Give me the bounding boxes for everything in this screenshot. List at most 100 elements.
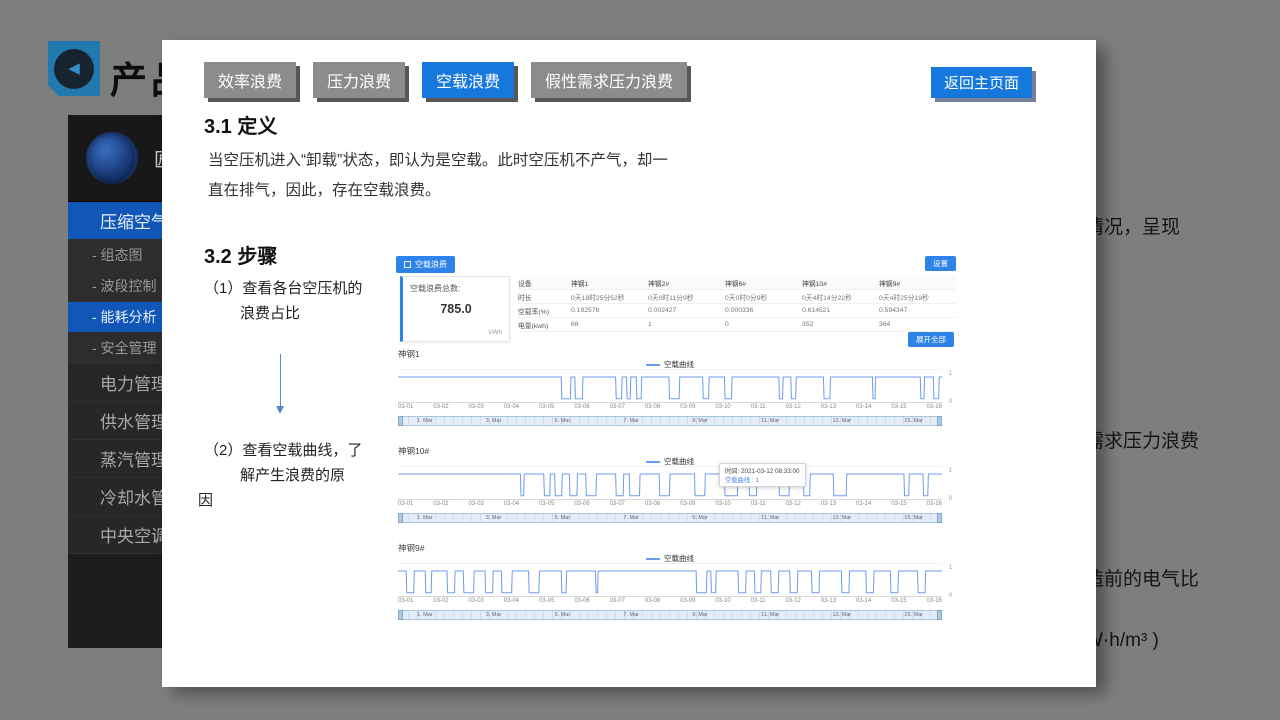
table-cell: 0天18时25分52秒	[571, 292, 648, 302]
datazoom-label: 15. Mar	[904, 418, 923, 424]
table-cell: 0.614521	[802, 307, 879, 314]
step-2-line: （2）查看空载曲线，了	[198, 438, 398, 463]
x-axis-tick: 03-13	[821, 501, 836, 507]
legend-line-icon	[646, 364, 660, 366]
datazoom-handle-right[interactable]	[937, 513, 942, 523]
x-axis-tick: 03-03	[469, 598, 484, 604]
datazoom-label: 7. Mar	[623, 612, 639, 618]
datazoom-handle-right[interactable]	[937, 416, 942, 426]
step-2: （2）查看空载曲线，了 解产生浪费的原 因	[198, 438, 398, 513]
datazoom-label: 1. Mar	[417, 515, 433, 521]
column-header: 神钢6#	[725, 278, 802, 288]
datazoom-label: 5. Mar	[555, 612, 571, 618]
datazoom-label: 13. Mar	[832, 612, 851, 618]
tab-waste-type[interactable]: 压力浪费	[313, 62, 405, 98]
app-logo-icon	[86, 132, 138, 184]
settings-button[interactable]: 设置	[925, 256, 956, 271]
datazoom-label: 13. Mar	[832, 515, 851, 521]
x-axis-tick: 03-07	[610, 598, 625, 604]
down-arrow-icon	[280, 354, 281, 410]
chart-tooltip: 时间: 2021-03-12 08:33:00空载曲线 : 1	[719, 463, 806, 487]
x-axis-tick: 03-13	[821, 404, 836, 410]
machine-chart: 神钢1空载曲线1003-0103-0203-0303-0403-0503-060…	[398, 348, 956, 438]
idle-curve-charts: 神钢1空载曲线1003-0103-0203-0303-0403-0503-060…	[398, 348, 956, 639]
datazoom-handle-left[interactable]	[398, 610, 403, 620]
column-header: 神钢2#	[648, 278, 725, 288]
datazoom-handle-left[interactable]	[398, 416, 403, 426]
x-axis-tick: 03-08	[645, 404, 660, 410]
background-text-fragment: 情况，呈现	[1085, 212, 1180, 239]
tab-waste-type[interactable]: 假性需求压力浪费	[531, 62, 687, 98]
background-text-fragment: 需求压力浪费	[1085, 426, 1199, 453]
legend-line-icon	[646, 558, 660, 560]
datazoom-handle-right[interactable]	[937, 610, 942, 620]
tooltip-time: 时间: 2021-03-12 08:33:00	[725, 466, 800, 475]
x-axis-tick: 03-04	[504, 598, 519, 604]
table-cell: 电量(kwh)	[518, 320, 571, 330]
y-axis-tick: 1	[949, 468, 952, 474]
step-2-line: 因	[198, 488, 398, 513]
table-cell: 1	[648, 321, 725, 328]
table-cell: 68	[571, 321, 648, 328]
idle-curve-line	[398, 370, 942, 402]
x-axis-tick: 03-08	[645, 598, 660, 604]
datazoom-label: 15. Mar	[904, 612, 923, 618]
x-axis-tick: 03-10	[715, 501, 730, 507]
return-home-button[interactable]: 返回主页面	[931, 67, 1032, 98]
datazoom-label: 1. Mar	[417, 418, 433, 424]
x-axis-tick: 03-10	[715, 598, 730, 604]
datazoom-label: 13. Mar	[832, 418, 851, 424]
datazoom-label: 9. Mar	[692, 612, 708, 618]
x-axis-tick: 03-03	[469, 501, 484, 507]
x-axis-tick: 03-05	[539, 598, 554, 604]
y-axis-tick: 0	[949, 399, 952, 405]
x-axis-tick: 03-01	[398, 404, 413, 410]
table-row: 时长0天18时25分52秒0天0时11分9秒0天0时0分9秒0天4时14分22秒…	[518, 290, 956, 304]
table-row: 空载率(%)0.1925780.0024270.0003360.6145210.…	[518, 304, 956, 318]
x-axis-tick: 03-08	[645, 501, 660, 507]
datazoom-label: 3. Mar	[486, 612, 502, 618]
x-axis-tick: 03-12	[785, 598, 800, 604]
definition-heading: 3.1 定义	[204, 110, 277, 139]
datazoom-slider[interactable]: 1. Mar3. Mar5. Mar7. Mar9. Mar11. Mar13.…	[398, 416, 942, 426]
datazoom-label: 9. Mar	[692, 418, 708, 424]
x-axis-tick: 03-01	[398, 598, 413, 604]
datazoom-label: 1. Mar	[417, 612, 433, 618]
x-axis-tick: 03-02	[433, 404, 448, 410]
x-axis-tick: 03-04	[504, 404, 519, 410]
table-cell: 空载率(%)	[518, 306, 571, 316]
y-axis-tick: 0	[949, 593, 952, 599]
x-axis-tick: 03-07	[610, 404, 625, 410]
x-axis-labels: 03-0103-0203-0303-0403-0503-0603-0703-08…	[398, 501, 942, 507]
chart-plot-area[interactable]: 10	[398, 369, 942, 403]
column-header: 设备	[518, 278, 571, 288]
x-axis-tick: 03-02	[433, 501, 448, 507]
step-1-line: 浪费占比	[198, 301, 398, 326]
back-arrow-icon[interactable]: ◀	[48, 41, 100, 96]
chart-plot-area[interactable]: 10	[398, 563, 942, 597]
table-cell: 0	[725, 321, 802, 328]
x-axis-tick: 03-05	[539, 501, 554, 507]
datazoom-slider[interactable]: 1. Mar3. Mar5. Mar7. Mar9. Mar11. Mar13.…	[398, 610, 942, 620]
expand-all-button[interactable]: 展开全部	[908, 332, 954, 347]
tab-waste-type[interactable]: 空载浪费	[422, 62, 514, 98]
table-cell: 0天0时0分9秒	[725, 292, 802, 302]
table-cell: 0.192578	[571, 307, 648, 314]
datazoom-handle-left[interactable]	[398, 513, 403, 523]
definition-paragraph: 当空压机进入“卸载”状态，即认为是空载。此时空压机不产气，却一 直在排气，因此，…	[208, 146, 788, 206]
x-axis-tick: 03-11	[751, 404, 766, 410]
tab-waste-type[interactable]: 效率浪费	[204, 62, 296, 98]
table-cell: 0天0时11分9秒	[648, 292, 725, 302]
idle-curve-line	[398, 467, 942, 499]
waste-type-tabs: 效率浪费压力浪费空载浪费假性需求压力浪费	[204, 62, 687, 98]
datazoom-label: 3. Mar	[486, 418, 502, 424]
x-axis-tick: 03-11	[751, 501, 766, 507]
chart-plot-area[interactable]: 10时间: 2021-03-12 08:33:00空载曲线 : 1	[398, 466, 942, 500]
table-cell: 0天4时25分19秒	[879, 292, 956, 302]
datazoom-slider[interactable]: 1. Mar3. Mar5. Mar7. Mar9. Mar11. Mar13.…	[398, 513, 942, 523]
x-axis-tick: 03-05	[539, 404, 554, 410]
card-label: 空载浪费总数:	[410, 283, 509, 294]
x-axis-tick: 03-11	[751, 598, 766, 604]
table-row: 电量(kwh)6810352364	[518, 318, 956, 332]
definition-line: 当空压机进入“卸载”状态，即认为是空载。此时空压机不产气，却一	[208, 146, 788, 176]
